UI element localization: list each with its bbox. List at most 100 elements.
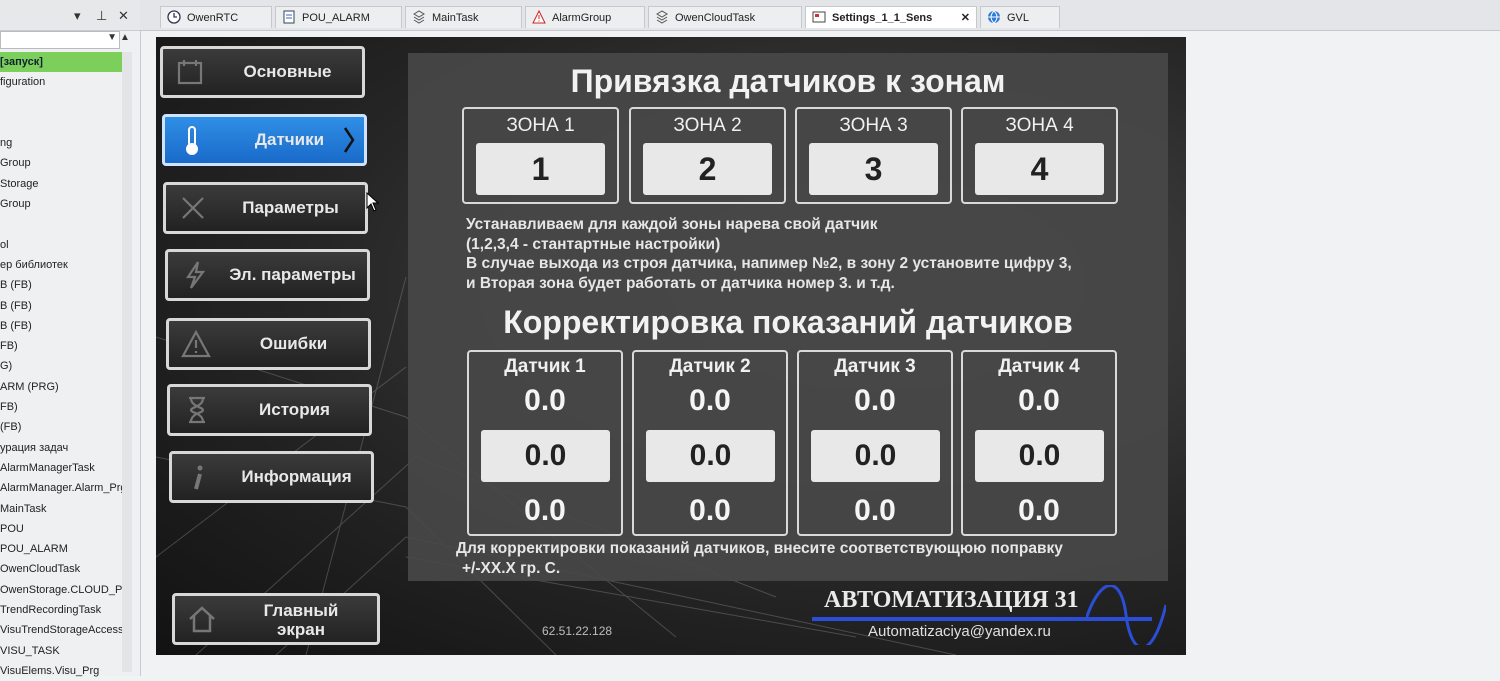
tree-item[interactable]: ер библиотек bbox=[0, 255, 132, 275]
tree-item[interactable]: Group bbox=[0, 153, 132, 173]
tools-icon bbox=[178, 193, 208, 223]
tree-item[interactable]: Storage bbox=[0, 174, 132, 194]
hourglass-icon bbox=[182, 395, 212, 425]
tree-item[interactable]: OwenCloudTask bbox=[0, 559, 132, 579]
tree-item[interactable]: В (FB) bbox=[0, 275, 132, 295]
mouse-cursor-icon bbox=[366, 192, 380, 212]
tab-gvl[interactable]: GVL bbox=[980, 6, 1060, 28]
zone-card: ЗОНА 3 3 bbox=[795, 107, 952, 204]
zone-card: ЗОНА 4 4 bbox=[961, 107, 1118, 204]
tree-item[interactable]: G) bbox=[0, 356, 132, 376]
menu-button-1[interactable]: Основные bbox=[160, 46, 365, 98]
menu-button-label: Ошибки bbox=[259, 334, 328, 353]
tree-item[interactable]: (FB) bbox=[0, 417, 132, 437]
tree-item[interactable]: POU bbox=[0, 519, 132, 539]
tree-item[interactable]: VisuElems.Visu_Prg bbox=[0, 661, 132, 681]
zone-sensor-input[interactable]: 3 bbox=[809, 143, 938, 195]
pin-icon[interactable]: ⊥ bbox=[96, 8, 107, 24]
chevron-right-icon bbox=[342, 125, 356, 155]
menu-button-7[interactable]: Информация bbox=[169, 451, 374, 503]
tree-item[interactable]: VisuTrendStorageAccess bbox=[0, 620, 132, 640]
close-icon[interactable]: ✕ bbox=[118, 8, 129, 24]
task-icon bbox=[412, 10, 426, 24]
home-screen-label: Главный экран bbox=[235, 601, 367, 641]
menu-button-label: Эл. параметры bbox=[229, 265, 356, 284]
tab-alarmgroup[interactable]: AlarmGroup bbox=[525, 6, 645, 28]
tree-item[interactable]: OwenStorage.CLOUD_PR bbox=[0, 580, 132, 600]
tree-scrollbar[interactable] bbox=[122, 52, 132, 672]
tree-item[interactable]: В (FB) bbox=[0, 316, 132, 336]
menu-button-label: Основные bbox=[243, 62, 332, 81]
zone-sensor-input[interactable]: 1 bbox=[476, 143, 605, 195]
tree-item[interactable]: FB) bbox=[0, 397, 132, 417]
tab-label: GVL bbox=[1007, 12, 1030, 24]
home-screen-button[interactable]: Главный экран bbox=[172, 593, 380, 645]
tab-label: POU_ALARM bbox=[302, 12, 370, 24]
tree-item[interactable] bbox=[0, 113, 132, 133]
main-panel: Привязка датчиков к зонам ЗОНА 1 1 ЗОНА 2 2… bbox=[408, 53, 1168, 581]
zone-note-line: В случае выхода из строя датчика, напиме… bbox=[466, 255, 1072, 272]
menu-button-label: Датчики bbox=[254, 130, 325, 149]
dropdown-icon[interactable]: ▾ bbox=[74, 8, 81, 24]
tree-item[interactable]: TrendRecordingTask bbox=[0, 600, 132, 620]
tree-item[interactable]: AlarmManager.Alarm_Prg bbox=[0, 478, 132, 498]
tree-item[interactable]: В (FB) bbox=[0, 296, 132, 316]
tab-owenrtc[interactable]: OwenRTC bbox=[160, 6, 272, 28]
lightning-icon bbox=[180, 260, 210, 290]
tree-filter-select[interactable]: ▼ bbox=[0, 31, 120, 49]
scroll-up-icon[interactable]: ▲ bbox=[120, 32, 130, 43]
tree-item[interactable]: урация задач bbox=[0, 438, 132, 458]
sensor-card: Датчик 2 0.0 0.0 0.0 bbox=[632, 350, 788, 536]
tree-item[interactable]: ol bbox=[0, 235, 132, 255]
sensor-corrected-value: 0.0 bbox=[854, 494, 896, 527]
zone-title: ЗОНА 2 bbox=[673, 115, 742, 136]
menu-button-5[interactable]: Ошибки bbox=[166, 318, 371, 370]
home-icon bbox=[189, 606, 215, 633]
sensor-title: Датчик 4 bbox=[998, 356, 1080, 377]
sensor-correction-input[interactable]: 0.0 bbox=[646, 430, 775, 482]
tree-item[interactable]: Group bbox=[0, 194, 132, 214]
tab-owencloudtask[interactable]: OwenCloudTask bbox=[648, 6, 802, 28]
menu-button-6[interactable]: История bbox=[167, 384, 372, 436]
tree-item[interactable]: VISU_TASK bbox=[0, 641, 132, 661]
menu-button-4[interactable]: Эл. параметры bbox=[165, 249, 370, 301]
tree-item[interactable]: FB) bbox=[0, 336, 132, 356]
tab-label: MainTask bbox=[432, 12, 479, 24]
zones-title: Привязка датчиков к зонам bbox=[570, 63, 1006, 99]
sensor-correction-input[interactable]: 0.0 bbox=[811, 430, 940, 482]
zone-sensor-input[interactable]: 2 bbox=[643, 143, 772, 195]
sensor-correction-input[interactable]: 0.0 bbox=[481, 430, 610, 482]
document-icon bbox=[282, 10, 296, 24]
close-tab-icon[interactable]: ✕ bbox=[961, 7, 970, 29]
menu-button-label: Параметры bbox=[242, 198, 339, 217]
tree-item[interactable]: POU_ALARM bbox=[0, 539, 132, 559]
visu-icon bbox=[812, 10, 826, 24]
tree-item[interactable]: ng bbox=[0, 133, 132, 153]
clock-icon bbox=[167, 10, 181, 24]
tab-label: AlarmGroup bbox=[552, 12, 612, 24]
menu-button-2[interactable]: Датчики bbox=[162, 114, 367, 166]
sensor-card: Датчик 4 0.0 0.0 0.0 bbox=[961, 350, 1117, 536]
zone-title: ЗОНА 4 bbox=[1005, 115, 1074, 136]
tree-item[interactable]: [запуск] bbox=[0, 52, 132, 73]
tree-item[interactable]: MainTask bbox=[0, 499, 132, 519]
tree-item[interactable]: AlarmManagerTask bbox=[0, 458, 132, 478]
tab-pou-alarm[interactable]: POU_ALARM bbox=[275, 6, 402, 28]
sensor-title: Датчик 3 bbox=[834, 356, 916, 377]
zone-sensor-input[interactable]: 4 bbox=[975, 143, 1104, 195]
hmi-screen: Основные Датчики Параметры Эл. параметры Оши… bbox=[156, 37, 1186, 655]
correction-title: Корректировка показаний датчиков bbox=[503, 304, 1073, 340]
tab-settings-1-1-sens[interactable]: Settings_1_1_Sens ✕ bbox=[805, 6, 977, 28]
tab-maintask[interactable]: MainTask bbox=[405, 6, 522, 28]
sensor-correction-input[interactable]: 0.0 bbox=[975, 430, 1104, 482]
tab-label: OwenCloudTask bbox=[675, 12, 756, 24]
tree-item[interactable]: figuration bbox=[0, 72, 132, 92]
tree-item[interactable] bbox=[0, 93, 132, 113]
sensor-corrected-value: 0.0 bbox=[689, 494, 731, 527]
tree-item[interactable] bbox=[0, 214, 132, 234]
correction-note-line: +/-XX.X гр. С. bbox=[462, 559, 561, 577]
menu-button-3[interactable]: Параметры bbox=[163, 182, 368, 234]
zone-title: ЗОНА 1 bbox=[506, 115, 575, 136]
zone-note: Устанавливаем для каждой зоны нарева сво… bbox=[466, 215, 1072, 293]
tree-item[interactable]: ARM (PRG) bbox=[0, 377, 132, 397]
